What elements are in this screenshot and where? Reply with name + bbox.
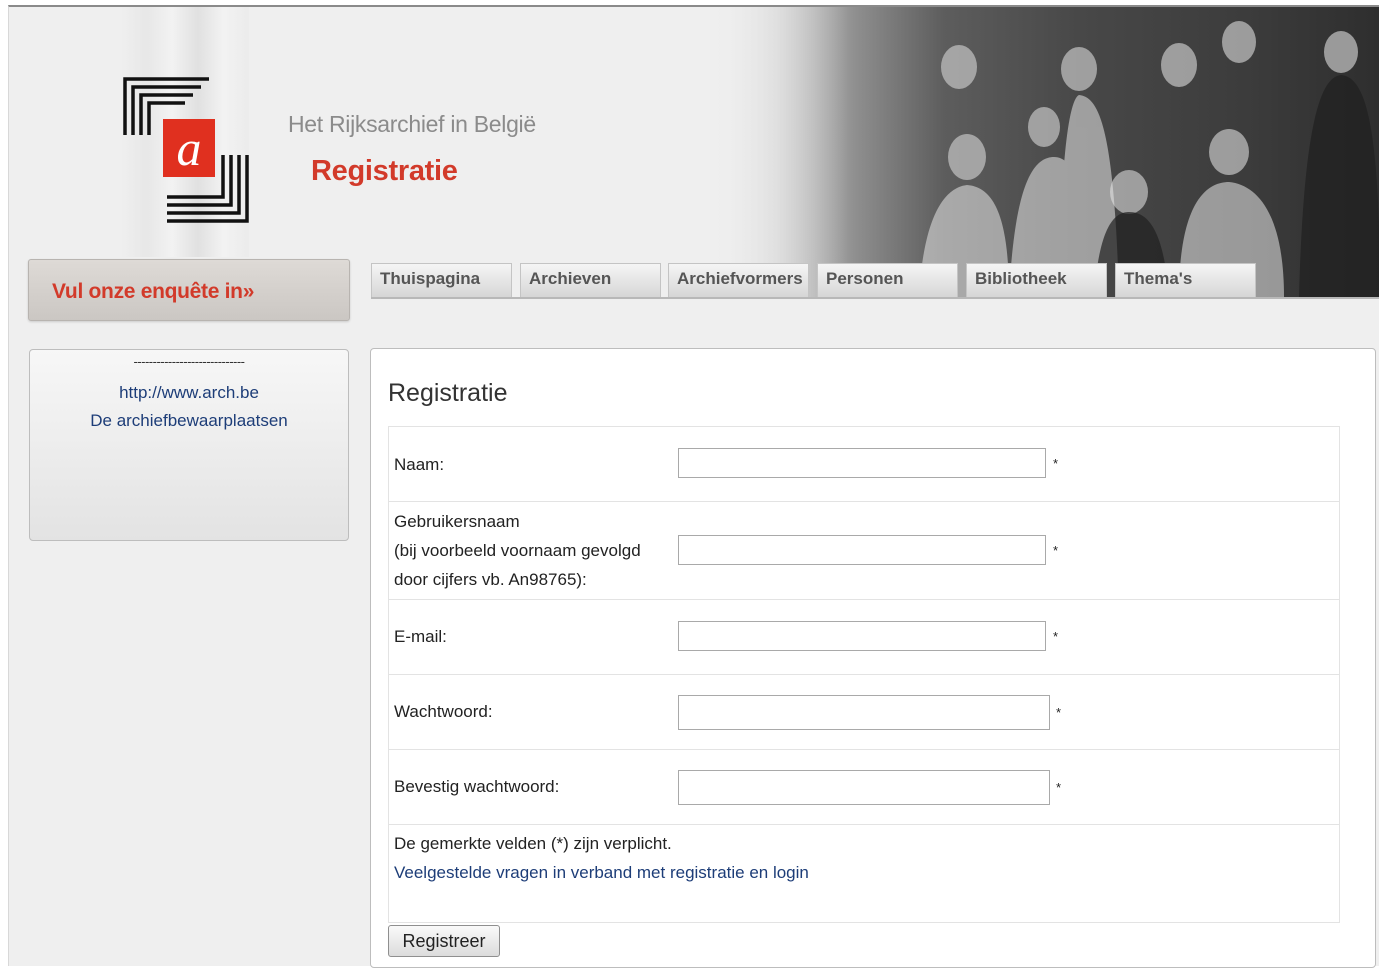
naam-input[interactable] <box>678 448 1046 478</box>
separator: ----------------------------- <box>133 354 245 369</box>
gebruikersnaam-label-line1: Gebruikersnaam <box>394 512 520 531</box>
logo-letter: a <box>177 120 202 176</box>
sidebar-link-arch[interactable]: http://www.arch.be <box>30 383 348 403</box>
group-photo-illustration <box>919 21 1379 297</box>
gebruikersnaam-label-line2: (bij voorbeeld voornaam gevolgd <box>394 541 641 560</box>
required-mark: * <box>1056 705 1062 720</box>
sidebar-link-archiefbewaarplaatsen[interactable]: De archiefbewaarplaatsen <box>30 411 348 431</box>
gebruikersnaam-label-line3: door cijfers vb. An98765): <box>394 570 587 589</box>
form-title: Registratie <box>388 379 508 407</box>
survey-banner[interactable]: Vul onze enquête in» <box>28 259 350 321</box>
register-button[interactable]: Registreer <box>388 925 500 957</box>
field-row-gebruikersnaam: Gebruikersnaam (bij voorbeeld voornaam g… <box>389 502 1339 600</box>
field-row-email: E-mail: * <box>389 600 1339 675</box>
registration-form: Naam: * Gebruikersnaam (bij voorbeeld vo… <box>388 426 1340 923</box>
naam-label: Naam: <box>394 455 445 474</box>
tab-themas[interactable]: Thema's <box>1115 263 1256 297</box>
required-mark: * <box>1056 780 1062 795</box>
tab-personen[interactable]: Personen <box>817 263 958 297</box>
required-mark: * <box>1053 629 1059 644</box>
bevestig-wachtwoord-label: Bevestig wachtwoord: <box>394 777 560 796</box>
sidebar-links-box: ----------------------------- http://www… <box>29 349 349 541</box>
required-note: De gemerkte velden (*) zijn verplicht. <box>394 834 672 853</box>
archive-logo[interactable]: a <box>121 75 251 225</box>
tab-archiefvormers[interactable]: Archiefvormers <box>668 263 809 297</box>
bevestig-wachtwoord-input[interactable] <box>678 770 1050 805</box>
header-photo <box>709 7 1379 297</box>
page: a Het Rijksarchief in België Registratie <box>8 5 1379 968</box>
faq-link[interactable]: Veelgestelde vragen in verband met regis… <box>394 858 809 887</box>
tab-bibliotheek[interactable]: Bibliotheek <box>966 263 1107 297</box>
wachtwoord-input[interactable] <box>678 695 1050 730</box>
tabs-divider <box>371 297 1379 299</box>
site-name: Het Rijksarchief in België <box>288 111 536 137</box>
tab-archieven[interactable]: Archieven <box>520 263 661 297</box>
required-mark: * <box>1053 543 1059 558</box>
form-footer-row: De gemerkte velden (*) zijn verplicht. V… <box>389 825 1339 922</box>
tab-thuispagina[interactable]: Thuispagina <box>371 263 512 297</box>
field-row-bevestig-wachtwoord: Bevestig wachtwoord: * <box>389 750 1339 825</box>
wachtwoord-label: Wachtwoord: <box>394 702 493 721</box>
email-input[interactable] <box>678 621 1046 651</box>
gebruikersnaam-input[interactable] <box>678 535 1046 565</box>
registration-panel: Registratie Naam: * Gebruikersnaam (bij … <box>370 348 1376 968</box>
field-row-naam: Naam: * <box>389 427 1339 502</box>
page-heading: Registratie <box>311 155 458 187</box>
survey-label[interactable]: Vul onze enquête in» <box>52 280 254 304</box>
email-label: E-mail: <box>394 627 447 646</box>
field-row-wachtwoord: Wachtwoord: * <box>389 675 1339 750</box>
required-mark: * <box>1053 456 1059 471</box>
